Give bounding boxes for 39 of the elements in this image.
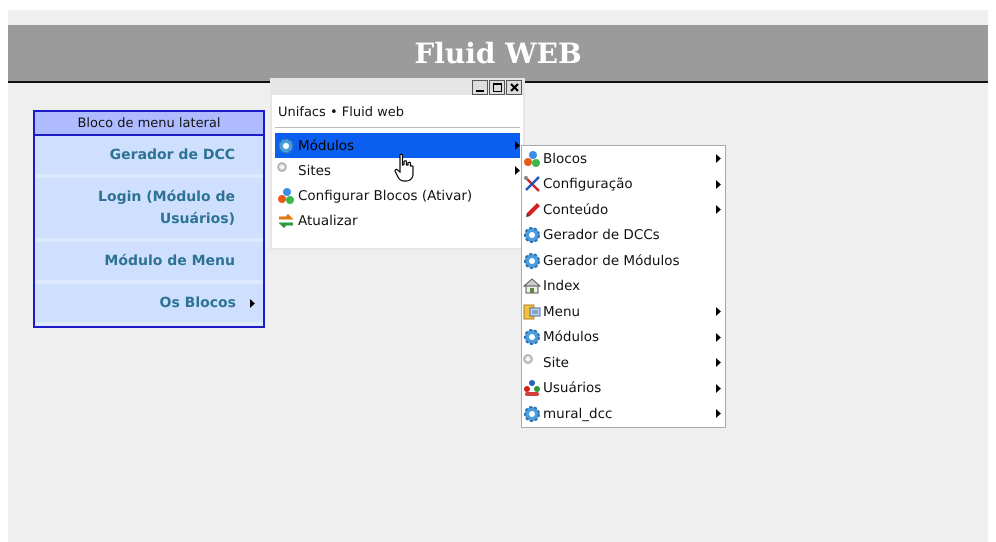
submenu-entry[interactable]: Blocos	[522, 146, 725, 172]
close-button[interactable]	[506, 80, 522, 95]
maximize-icon	[492, 83, 502, 92]
submenu-entry[interactable]: Configuração	[522, 172, 725, 197]
users-icon	[523, 379, 541, 398]
blocks-icon	[277, 186, 295, 204]
popup-option[interactable]: Atualizar	[275, 208, 520, 233]
submenu-entry[interactable]: Site	[522, 350, 725, 376]
gear-icon	[277, 136, 295, 154]
popup-option[interactable]: Sites	[275, 158, 520, 183]
house-icon	[523, 277, 541, 296]
close-icon	[510, 83, 518, 92]
submenu-entry[interactable]: Gerador de DCCs	[522, 222, 725, 248]
side-menu-item[interactable]: Login (Módulo de Usuários)	[35, 178, 263, 242]
hand-cursor-icon	[394, 153, 414, 183]
maximize-button[interactable]	[489, 80, 505, 95]
side-menu-item[interactable]: Módulo de Menu	[35, 242, 263, 284]
submenu-entry[interactable]: Gerador de Módulos	[522, 248, 725, 274]
submenu-entry[interactable]: Index	[522, 274, 725, 299]
submenu-entry[interactable]: Módulos	[522, 324, 725, 350]
submenu-entry[interactable]: Conteúdo	[522, 197, 725, 222]
site-title: Fluid WEB	[414, 36, 582, 70]
gear-icon	[277, 162, 287, 172]
submenu-entry[interactable]: mural_dcc	[522, 401, 725, 426]
blocks-icon	[523, 150, 541, 168]
pencil-icon	[523, 200, 541, 219]
menu-heading: Unifacs • Fluid web	[275, 103, 520, 128]
minimize-button[interactable]	[472, 80, 488, 95]
minimize-icon	[476, 90, 484, 92]
popup-option[interactable]: Módulos	[275, 133, 520, 158]
popup-option[interactable]: Configurar Blocos (Ativar)	[275, 183, 520, 208]
refresh-icon	[277, 212, 295, 230]
menu-icon	[523, 302, 541, 321]
block-title: Bloco de menu lateral	[35, 112, 263, 136]
side-menu-item[interactable]: Os Blocos	[35, 284, 263, 326]
submenu-entry[interactable]: Usuários	[522, 376, 725, 401]
side-menu-item[interactable]: Gerador de DCC	[35, 136, 263, 178]
tools-icon	[523, 175, 541, 194]
submenu-entry[interactable]: Menu	[522, 299, 725, 324]
